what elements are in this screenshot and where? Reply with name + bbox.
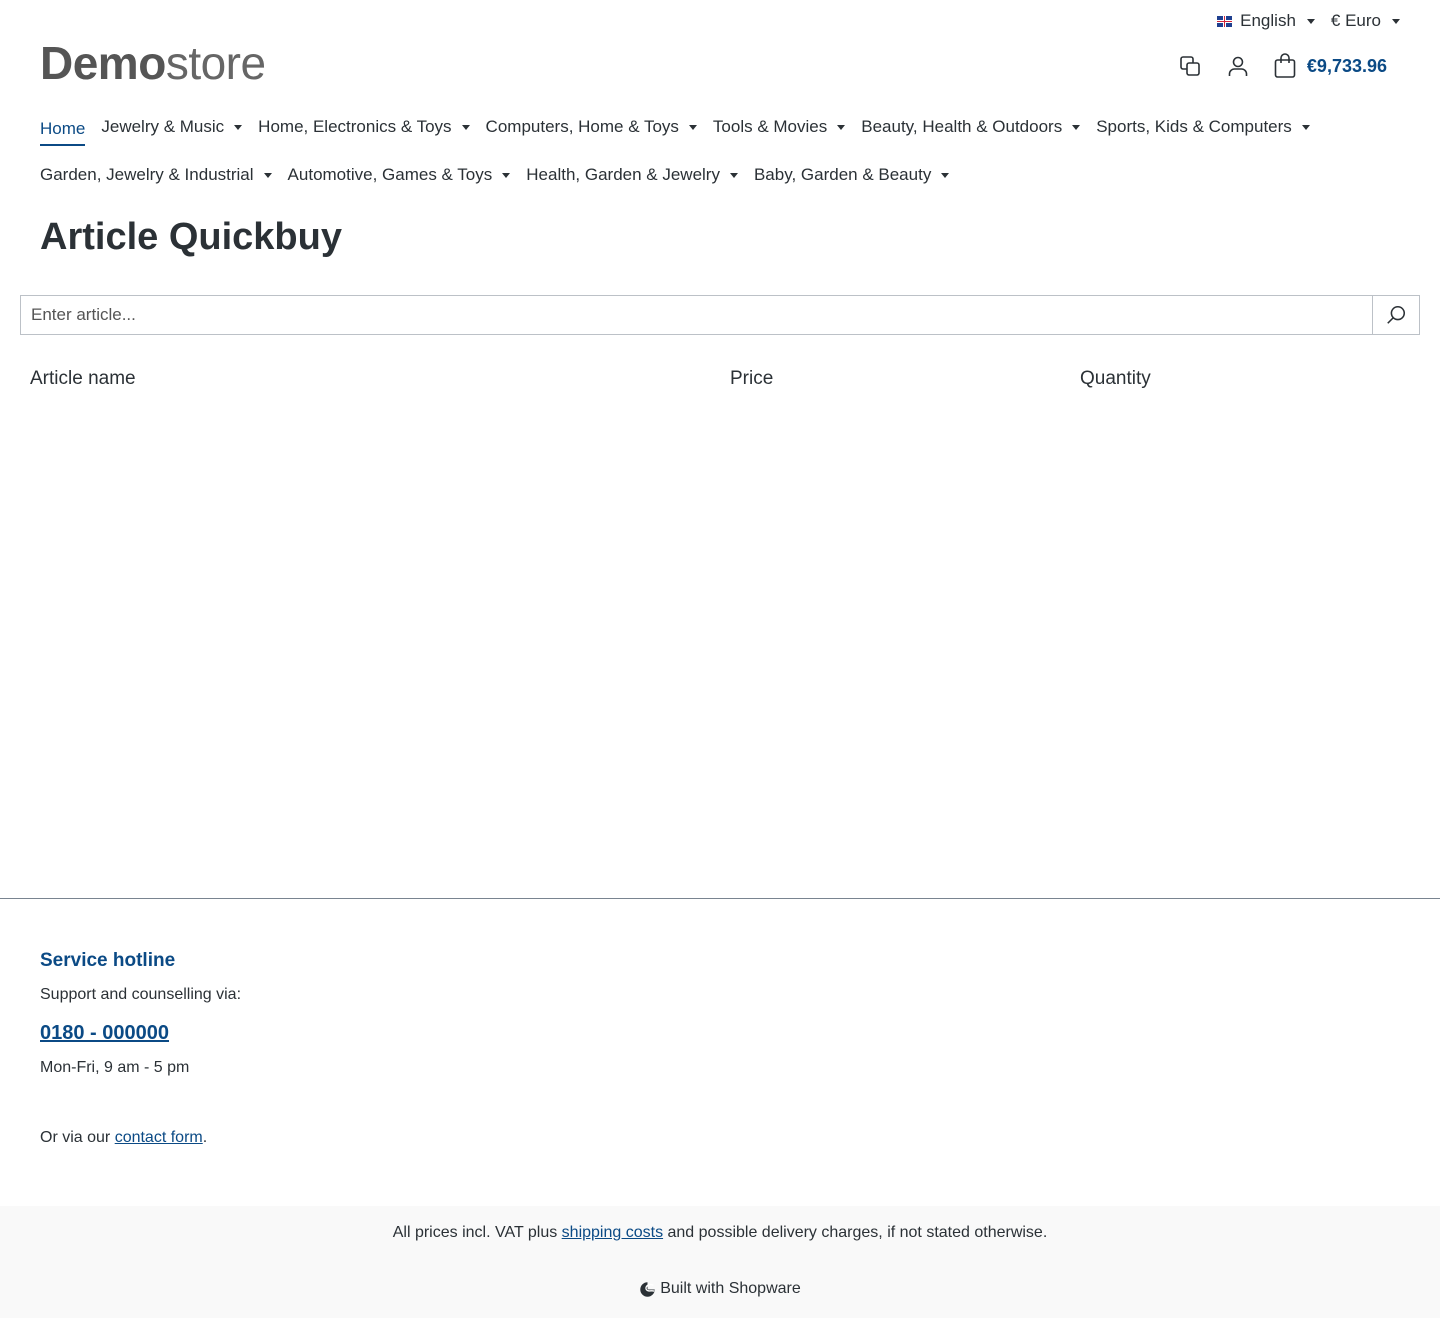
hotline-contact-text: Or via our contact form. xyxy=(40,1129,241,1147)
nav-item-computers-home-toys[interactable]: Computers, Home & Toys xyxy=(486,116,697,138)
nav-item-sports-kids-computers[interactable]: Sports, Kids & Computers xyxy=(1096,116,1310,138)
contact-form-link[interactable]: contact form xyxy=(115,1129,203,1146)
hotline-support-text: Support and counselling via: xyxy=(40,986,242,1003)
column-header-article-name: Article name xyxy=(30,368,136,389)
nav-item-home[interactable]: Home xyxy=(40,116,86,146)
compare-icon xyxy=(1180,56,1200,76)
nav-item-garden-jewelry-industrial[interactable]: Garden, Jewelry & Industrial xyxy=(40,164,272,186)
header-actions: €9,733.96 xyxy=(1177,50,1387,82)
nav-item-label: Home, Electronics & Toys xyxy=(258,117,452,136)
hotline-phone-link[interactable]: 0180 - 000000 xyxy=(40,1022,241,1045)
quickbuy-table-header: Article name Price Quantity xyxy=(0,368,1440,392)
currency-label: € Euro xyxy=(1330,11,1381,30)
cart-total: €9,733.96 xyxy=(1306,55,1387,76)
search-button[interactable] xyxy=(1372,296,1419,334)
logo-light-text: store xyxy=(165,37,266,89)
nav-item-beauty-health-outdoors[interactable]: Beauty, Health & Outdoors xyxy=(861,116,1081,138)
shipping-costs-link[interactable]: shipping costs xyxy=(562,1224,663,1241)
currency-dropdown[interactable]: € Euro xyxy=(1331,11,1400,31)
compare-button[interactable] xyxy=(1177,53,1203,79)
user-icon xyxy=(1228,56,1248,76)
search-icon xyxy=(1387,305,1406,324)
top-bar: English € Euro xyxy=(1217,8,1400,34)
main-navigation: Home Jewelry & Music Home, Electronics &… xyxy=(40,116,1410,186)
cart-button[interactable]: €9,733.96 xyxy=(1273,53,1387,79)
vat-suffix: and possible delivery charges, if not st… xyxy=(663,1224,1048,1241)
vat-notice: All prices incl. VAT plus shipping costs… xyxy=(0,1224,1440,1242)
chevron-down-icon xyxy=(941,172,950,178)
article-search xyxy=(20,295,1420,335)
shopware-logo-icon xyxy=(640,1281,655,1297)
chevron-down-icon xyxy=(729,172,738,178)
chevron-down-icon xyxy=(1301,124,1310,130)
vat-prefix: All prices incl. VAT plus xyxy=(392,1224,562,1241)
account-button[interactable] xyxy=(1225,53,1251,79)
chevron-down-icon xyxy=(502,172,511,178)
hotline-title: Service hotline xyxy=(40,950,176,971)
footer-divider xyxy=(0,898,1440,899)
chevron-down-icon xyxy=(1306,18,1315,24)
nav-item-home-electronics-toys[interactable]: Home, Electronics & Toys xyxy=(258,116,470,138)
built-with-label: Built with Shopware xyxy=(660,1280,801,1297)
contact-suffix: . xyxy=(202,1129,208,1146)
nav-item-label: Tools & Movies xyxy=(712,117,828,136)
nav-item-label: Jewelry & Music xyxy=(101,117,225,136)
nav-item-label: Sports, Kids & Computers xyxy=(1096,117,1292,136)
store-logo[interactable]: Demostore xyxy=(40,38,266,88)
chevron-down-icon xyxy=(837,124,846,130)
language-label: English xyxy=(1240,11,1296,30)
nav-item-label: Garden, Jewelry & Industrial xyxy=(40,165,254,184)
uk-flag-icon xyxy=(1217,15,1233,27)
page-title: Article Quickbuy xyxy=(40,216,342,258)
nav-item-jewelry-music[interactable]: Jewelry & Music xyxy=(101,116,243,138)
nav-item-baby-garden-beauty[interactable]: Baby, Garden & Beauty xyxy=(753,164,950,186)
chevron-down-icon xyxy=(1392,18,1400,24)
nav-item-automotive-games-toys[interactable]: Automotive, Games & Toys xyxy=(288,164,511,186)
nav-item-label: Baby, Garden & Beauty xyxy=(753,165,932,184)
chevron-down-icon xyxy=(1072,124,1081,130)
chevron-down-icon xyxy=(688,124,697,130)
nav-item-health-garden-jewelry[interactable]: Health, Garden & Jewelry xyxy=(526,164,738,186)
language-dropdown[interactable]: English xyxy=(1217,11,1315,31)
chevron-down-icon xyxy=(263,172,272,178)
built-with-shopware[interactable]: Built with Shopware xyxy=(0,1280,1440,1298)
footer-bottom: All prices incl. VAT plus shipping costs… xyxy=(0,1206,1440,1318)
service-hotline: Service hotline Support and counselling … xyxy=(40,950,241,1147)
nav-item-tools-movies[interactable]: Tools & Movies xyxy=(712,116,846,138)
nav-item-label: Automotive, Games & Toys xyxy=(287,165,493,184)
nav-item-label: Computers, Home & Toys xyxy=(485,117,679,136)
nav-item-label: Home xyxy=(40,118,86,138)
chevron-down-icon xyxy=(234,124,243,130)
column-header-quantity: Quantity xyxy=(1080,368,1151,389)
column-header-price: Price xyxy=(730,368,774,389)
chevron-down-icon xyxy=(461,124,470,130)
logo-bold-text: Demo xyxy=(40,37,166,89)
nav-item-label: Health, Garden & Jewelry xyxy=(526,165,720,184)
contact-prefix: Or via our xyxy=(40,1129,115,1146)
article-search-input[interactable] xyxy=(21,296,1372,334)
hotline-hours: Mon-Fri, 9 am - 5 pm xyxy=(40,1059,190,1076)
nav-item-label: Beauty, Health & Outdoors xyxy=(861,117,1063,136)
shopping-bag-icon xyxy=(1274,53,1296,78)
